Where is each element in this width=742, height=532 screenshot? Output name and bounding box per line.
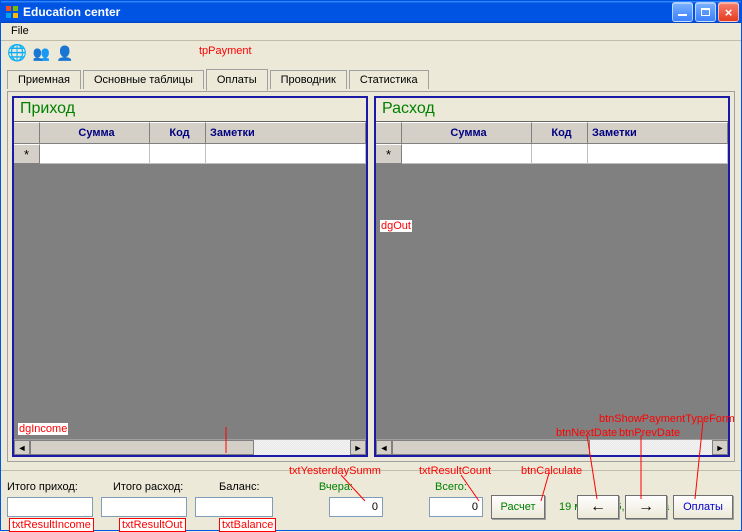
main-window: Education center × File 🌐 👥 👤 tpPayment …	[0, 0, 742, 531]
annotation-tppayment: tpPayment	[199, 45, 252, 57]
balance-input[interactable]	[195, 497, 273, 517]
income-col-sum[interactable]: Сумма	[40, 122, 150, 144]
balance-label: Баланс:	[219, 481, 289, 493]
app-icon	[5, 5, 19, 19]
yesterday-label: Вчера:	[305, 481, 353, 493]
menubar: File	[1, 23, 741, 41]
out-new-row[interactable]: *	[376, 144, 728, 164]
income-panel: Приход Сумма Код Заметки * dgIncome	[12, 96, 368, 457]
income-col-notes[interactable]: Заметки	[206, 122, 366, 144]
toolbar: 🌐 👥 👤 tpPayment	[1, 41, 741, 65]
out-hscroll[interactable]: ◄ ►	[376, 439, 728, 455]
next-date-button[interactable]: ←	[577, 495, 619, 519]
arrow-right-icon: →	[638, 498, 654, 516]
total-input[interactable]	[429, 497, 483, 517]
annotation-txtresultout: txtResultOut	[119, 518, 186, 532]
out-title: Расход	[376, 98, 728, 122]
maximize-button[interactable]	[695, 2, 716, 22]
out-panel: Расход Сумма Код Заметки * dgOut	[374, 96, 730, 457]
window-title: Education center	[23, 5, 670, 19]
out-col-code[interactable]: Код	[532, 122, 588, 144]
out-col-sum[interactable]: Сумма	[402, 122, 532, 144]
scroll-left-icon[interactable]: ◄	[14, 440, 30, 455]
scroll-right-icon[interactable]: ►	[350, 440, 366, 455]
people-icon[interactable]: 👥	[33, 45, 50, 62]
titlebar: Education center ×	[1, 1, 741, 23]
calculate-button[interactable]: Расчет	[491, 495, 545, 519]
menu-file[interactable]: File	[7, 24, 33, 38]
tab-main-tables[interactable]: Основные таблицы	[83, 70, 204, 89]
scroll-right-icon[interactable]: ►	[712, 440, 728, 455]
result-income-input[interactable]	[7, 497, 93, 517]
total-label: Всего:	[435, 481, 475, 493]
scroll-left-icon[interactable]: ◄	[376, 440, 392, 455]
tab-reception[interactable]: Приемная	[7, 70, 81, 89]
income-grid-header: Сумма Код Заметки	[14, 122, 366, 144]
tabpage-payments: Приход Сумма Код Заметки * dgIncome	[7, 91, 735, 462]
result-out-input[interactable]	[101, 497, 187, 517]
close-button[interactable]: ×	[718, 2, 739, 22]
arrow-left-icon: ←	[590, 498, 606, 516]
out-grid-header: Сумма Код Заметки	[376, 122, 728, 144]
yesterday-input[interactable]	[329, 497, 383, 517]
tab-payments[interactable]: Оплаты	[206, 69, 268, 91]
annotation-txtresultincome: txtResultIncome	[9, 518, 94, 532]
tab-statistics[interactable]: Статистика	[349, 70, 429, 89]
annotation-txtbalance: txtBalance	[219, 518, 276, 532]
income-col-code[interactable]: Код	[150, 122, 206, 144]
income-total-label: Итого приход:	[7, 481, 97, 493]
income-hscroll[interactable]: ◄ ►	[14, 439, 366, 455]
out-grid-body[interactable]: dgOut	[376, 164, 728, 439]
out-header-rowselect[interactable]	[376, 122, 402, 144]
income-header-rowselect[interactable]	[14, 122, 40, 144]
payment-type-button[interactable]: Оплаты	[673, 495, 733, 519]
income-grid-body[interactable]: dgIncome	[14, 164, 366, 439]
minimize-button[interactable]	[672, 2, 693, 22]
tab-explorer[interactable]: Проводник	[270, 70, 347, 89]
globe-icon[interactable]: 🌐	[7, 43, 27, 63]
grids-container: Приход Сумма Код Заметки * dgIncome	[12, 96, 730, 457]
out-col-notes[interactable]: Заметки	[588, 122, 728, 144]
income-new-row[interactable]: *	[14, 144, 366, 164]
out-total-label: Итого расход:	[113, 481, 203, 493]
bottom-bar: txtYesterdaySumm txtResultCount btnCalcu…	[1, 470, 741, 530]
person-icon[interactable]: 👤	[56, 45, 73, 62]
annotation-dgincome: dgIncome	[18, 423, 68, 435]
tab-strip: Приемная Основные таблицы Оплаты Проводн…	[1, 65, 741, 91]
prev-date-button[interactable]: →	[625, 495, 667, 519]
income-title: Приход	[14, 98, 366, 122]
annotation-dgout: dgOut	[380, 220, 412, 232]
